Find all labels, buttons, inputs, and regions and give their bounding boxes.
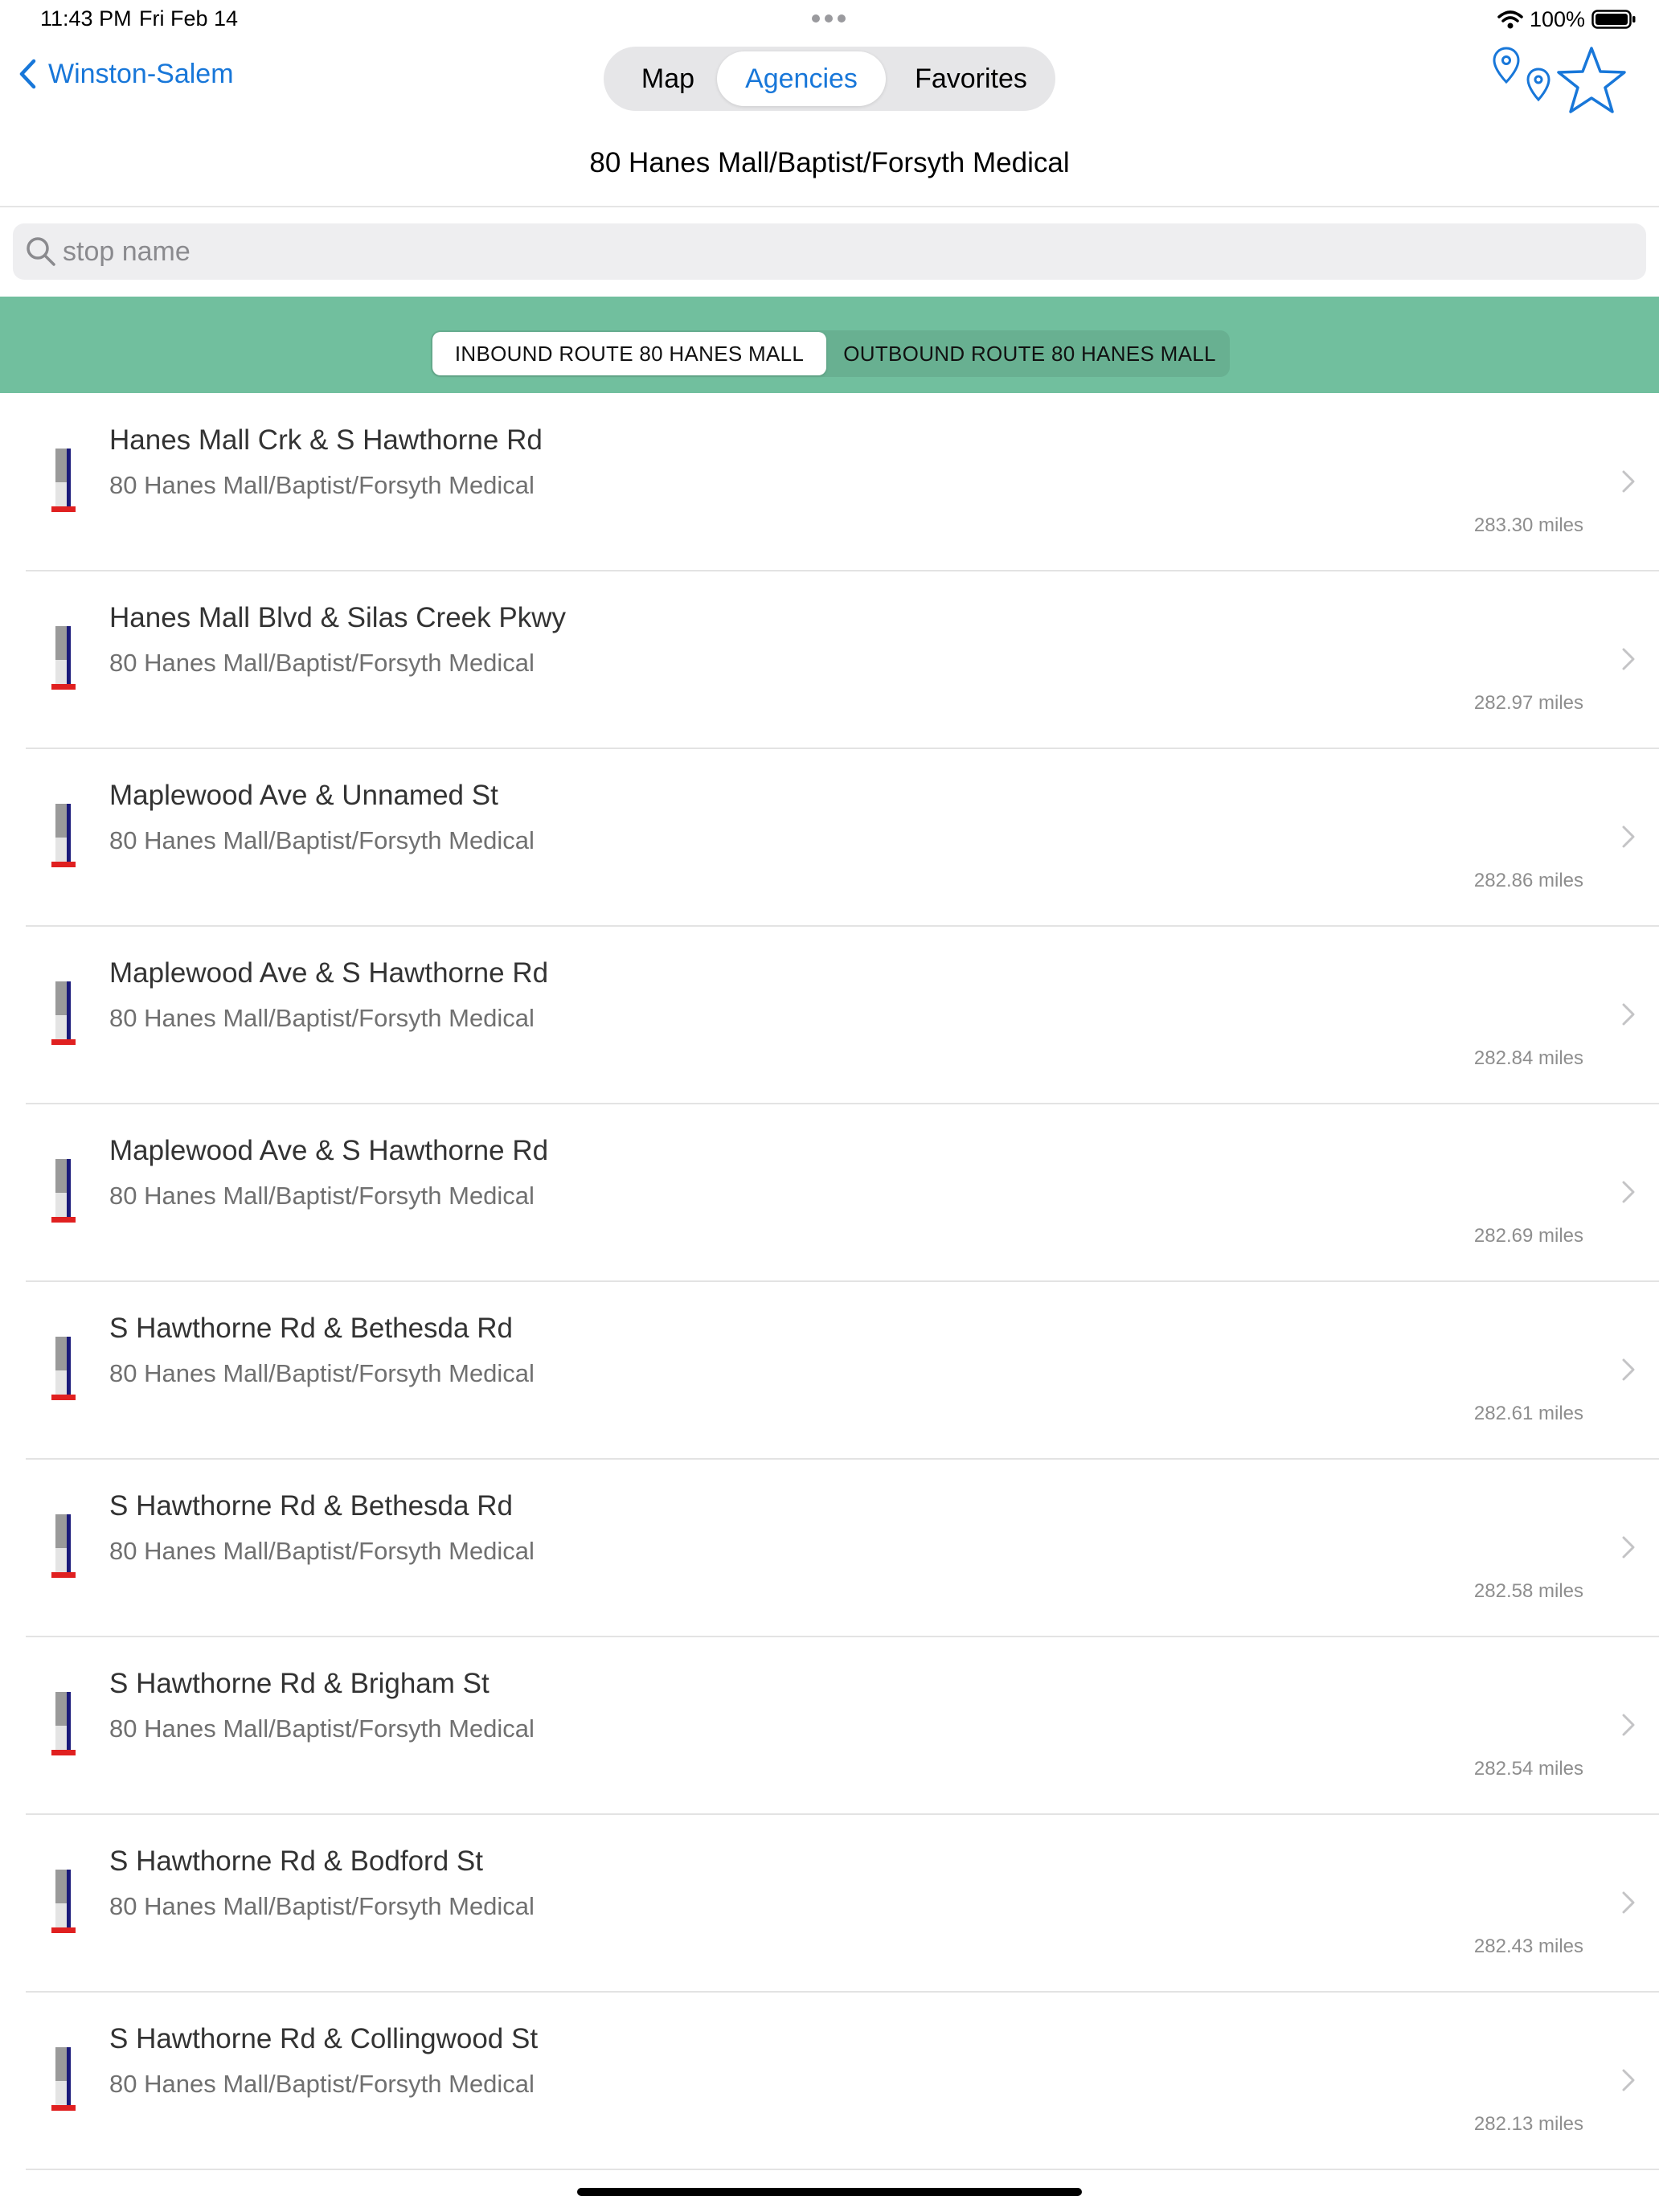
stop-route: 80 Hanes Mall/Baptist/Forsyth Medical [109, 649, 535, 677]
stop-row[interactable]: Maplewood Ave & Unnamed St 80 Hanes Mall/… [26, 749, 1659, 927]
chevron-right-icon [1622, 470, 1635, 493]
stop-route: 80 Hanes Mall/Baptist/Forsyth Medical [109, 1892, 535, 1920]
star-icon[interactable] [1557, 47, 1626, 113]
chevron-right-icon [1622, 825, 1635, 848]
status-time: 11:43 PM [40, 6, 132, 31]
chevron-right-icon [1622, 1358, 1635, 1381]
stop-distance: 283.30 miles [1473, 514, 1583, 536]
segment-map[interactable]: Map [612, 51, 724, 106]
stop-row[interactable]: S Hawthorne Rd & Bodford St 80 Hanes Mall… [26, 1815, 1659, 1993]
stop-route: 80 Hanes Mall/Baptist/Forsyth Medical [109, 1714, 535, 1743]
search-input[interactable] [63, 223, 1622, 280]
stop-route: 80 Hanes Mall/Baptist/Forsyth Medical [109, 2070, 535, 2098]
stop-row[interactable]: S Hawthorne Rd & Bethesda Rd 80 Hanes Mal… [26, 1282, 1659, 1460]
chevron-right-icon [1622, 1003, 1635, 1026]
segment-inbound[interactable]: INBOUND ROUTE 80 HANES MALL [432, 332, 826, 375]
stop-row[interactable]: S Hawthorne Rd & Brigham St 80 Hanes Mall… [26, 1637, 1659, 1815]
chevron-right-icon [1622, 1714, 1635, 1736]
bus-stop-icon [51, 981, 76, 1045]
stop-name: Hanes Mall Blvd & Silas Creek Pkwy [109, 602, 566, 633]
chevron-right-icon [1622, 648, 1635, 670]
stop-distance: 282.84 miles [1473, 1047, 1583, 1069]
stop-distance: 282.13 miles [1473, 2113, 1583, 2135]
stop-name: S Hawthorne Rd & Bethesda Rd [109, 1313, 513, 1344]
bus-stop-icon [51, 2047, 76, 2111]
stop-row[interactable]: Maplewood Ave & S Hawthorne Rd 80 Hanes M… [26, 927, 1659, 1104]
stop-route: 80 Hanes Mall/Baptist/Forsyth Medical [109, 1359, 535, 1387]
stop-name: S Hawthorne Rd & Collingwood St [109, 2023, 539, 2054]
bus-stop-icon [51, 804, 76, 867]
stop-row[interactable]: S Hawthorne Rd & Collingwood St 80 Hanes … [26, 1993, 1659, 2170]
bus-stop-icon [51, 449, 76, 512]
stop-name: S Hawthorne Rd & Brigham St [109, 1668, 490, 1699]
chevron-right-icon [1622, 1891, 1635, 1914]
direction-segmented-control: INBOUND ROUTE 80 HANES MALL OUTBOUND ROU… [431, 330, 1230, 377]
segment-agencies[interactable]: Agencies [717, 51, 886, 106]
bus-stop-icon [51, 1692, 76, 1755]
stop-name: Maplewood Ave & S Hawthorne Rd [109, 957, 549, 989]
wifi-icon [1497, 10, 1523, 29]
battery-percentage: 100% [1529, 6, 1585, 31]
direction-band: INBOUND ROUTE 80 HANES MALL OUTBOUND ROU… [0, 297, 1659, 393]
chevron-left-icon [19, 59, 36, 89]
stop-distance: 282.54 miles [1473, 1758, 1583, 1780]
stop-distance: 282.69 miles [1473, 1225, 1583, 1247]
stop-distance: 282.43 miles [1473, 1936, 1583, 1957]
stop-name: Maplewood Ave & Unnamed St [109, 780, 498, 811]
status-bar: 11:43 PM Fri Feb 14 100% [0, 0, 1659, 40]
stop-route: 80 Hanes Mall/Baptist/Forsyth Medical [109, 471, 535, 499]
segment-outbound[interactable]: OUTBOUND ROUTE 80 HANES MALL [833, 332, 1227, 375]
status-indicators: 100% [1497, 5, 1636, 34]
status-date: Fri Feb 14 [139, 6, 239, 31]
stop-row[interactable]: Hanes Mall Blvd & Silas Creek Pkwy 80 Han… [26, 571, 1659, 749]
page-title: 80 Hanes Mall/Baptist/Forsyth Medical [589, 147, 1070, 178]
stop-route: 80 Hanes Mall/Baptist/Forsyth Medical [109, 1182, 535, 1210]
stop-name: S Hawthorne Rd & Bodford St [109, 1845, 483, 1877]
stop-name: Hanes Mall Crk & S Hawthorne Rd [109, 424, 543, 456]
stop-list: Hanes Mall Crk & S Hawthorne Rd 80 Hanes … [0, 394, 1659, 2170]
map-pin-icon[interactable] [1526, 68, 1550, 102]
chevron-right-icon [1622, 2069, 1635, 2091]
multitasking-dots-icon[interactable] [811, 10, 846, 27]
bus-stop-icon [51, 626, 76, 690]
nav-action-icons [1493, 47, 1626, 113]
stop-distance: 282.61 miles [1473, 1403, 1583, 1424]
stop-row[interactable]: Maplewood Ave & S Hawthorne Rd 80 Hanes M… [26, 1104, 1659, 1282]
back-button[interactable]: Winston-Salem [18, 58, 234, 90]
map-pin-icon[interactable] [1493, 47, 1520, 84]
view-segmented-control: Map Agencies Favorites [604, 47, 1055, 111]
stop-name: Maplewood Ave & S Hawthorne Rd [109, 1135, 549, 1166]
stop-route: 80 Hanes Mall/Baptist/Forsyth Medical [109, 1004, 535, 1032]
bus-stop-icon [51, 1159, 76, 1223]
stop-distance: 282.97 miles [1473, 692, 1583, 714]
chevron-right-icon [1622, 1181, 1635, 1203]
segment-favorites[interactable]: Favorites [893, 51, 1049, 106]
stop-distance: 282.58 miles [1473, 1580, 1583, 1602]
stop-row[interactable]: S Hawthorne Rd & Bethesda Rd 80 Hanes Mal… [26, 1460, 1659, 1637]
bus-stop-icon [51, 1514, 76, 1578]
back-button-label: Winston-Salem [48, 58, 234, 89]
stop-row[interactable]: Hanes Mall Crk & S Hawthorne Rd 80 Hanes … [26, 394, 1659, 571]
search-icon [27, 237, 55, 266]
stop-name: S Hawthorne Rd & Bethesda Rd [109, 1490, 513, 1522]
battery-icon [1591, 10, 1636, 29]
search-bar [13, 223, 1646, 280]
stop-route: 80 Hanes Mall/Baptist/Forsyth Medical [109, 1537, 535, 1565]
bus-stop-icon [51, 1870, 76, 1933]
bus-stop-icon [51, 1337, 76, 1400]
nav-divider [0, 206, 1659, 207]
home-indicator[interactable] [577, 2188, 1082, 2196]
stop-route: 80 Hanes Mall/Baptist/Forsyth Medical [109, 826, 535, 854]
stop-distance: 282.86 miles [1473, 870, 1583, 891]
chevron-right-icon [1622, 1536, 1635, 1559]
